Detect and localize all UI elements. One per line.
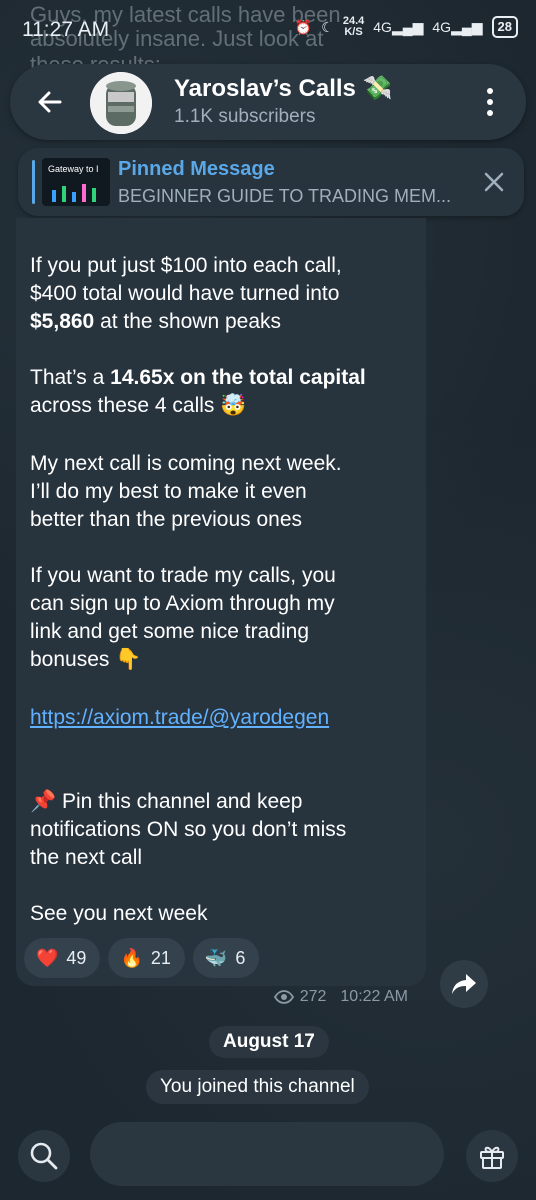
chart-thumbnail-icon (52, 184, 96, 202)
arrow-left-icon (38, 91, 62, 113)
search-icon (30, 1142, 58, 1170)
message-bubble[interactable]: If you put just $100 into each call, $40… (16, 218, 426, 1005)
heart-icon: ❤️ (36, 947, 59, 968)
message-paragraph: See you next week (30, 902, 208, 925)
reactions-row: ❤️ 49 🔥 21 🐳 6 (24, 938, 260, 978)
status-time: 11:27 AM (22, 18, 110, 41)
gift-button[interactable] (466, 1130, 518, 1182)
message-paragraph: 📌 Pin this channel and keep notification… (30, 790, 347, 869)
share-arrow-icon (452, 974, 476, 994)
pinned-message-bar[interactable]: Gateway to I Pinned Message BEGINNER GUI… (18, 148, 524, 216)
dot-icon (487, 110, 493, 116)
reaction-heart[interactable]: ❤️ 49 (24, 938, 101, 978)
more-menu-button[interactable] (466, 78, 514, 126)
netspeed-indicator: 24.4 K/S (342, 15, 365, 38)
bottom-bar (0, 1118, 536, 1200)
back-button[interactable] (26, 78, 74, 126)
message-paragraph: If you put just $100 into each call, $40… (30, 254, 342, 333)
message-meta: 272 10:22 AM (273, 988, 408, 1006)
share-button[interactable] (440, 960, 488, 1008)
view-count: 272 (299, 988, 327, 1005)
alarm-icon: ⏰ (294, 18, 313, 35)
message-paragraph: That’s a 14.65x on the total capital acr… (30, 366, 366, 417)
pinned-text: BEGINNER GUIDE TO TRADING MEM... (118, 186, 452, 206)
pinned-indicator (32, 160, 35, 204)
message-paragraph: If you want to trade my calls, you can s… (30, 564, 336, 671)
close-pinned-button[interactable] (480, 168, 508, 196)
signal-icon: 4G▂▄▆ (373, 18, 424, 35)
reaction-fire[interactable]: 🔥 21 (108, 938, 185, 978)
message-paragraph: My next call is coming next week. I’ll d… (30, 452, 342, 531)
status-icons: ⏰ ☾ 24.4 K/S 4G▂▄▆ 4G▂▄▆ 28 (295, 16, 518, 38)
money-roll-icon (90, 72, 152, 134)
whale-icon: 🐳 (204, 947, 228, 968)
message-time: 10:22 AM (340, 988, 408, 1005)
axiom-link[interactable]: https://axiom.trade/@yarodegen (30, 706, 329, 729)
pinned-thumbnail: Gateway to I (42, 158, 110, 206)
reaction-count: 49 (66, 947, 87, 968)
fire-icon: 🔥 (120, 947, 143, 968)
close-icon (484, 172, 504, 192)
channel-title: Yaroslav’s Calls 💸 (174, 75, 393, 102)
pinned-title: Pinned Message (118, 158, 275, 180)
reaction-count: 6 (235, 947, 246, 968)
battery-indicator: 28 (491, 16, 518, 38)
gift-icon (480, 1146, 504, 1169)
reaction-count: 21 (150, 947, 171, 968)
subscriber-count: 1.1K subscribers (174, 106, 316, 127)
search-button[interactable] (18, 1130, 70, 1182)
status-bar: 11:27 AM ⏰ ☾ 24.4 K/S 4G▂▄▆ 4G▂▄▆ 28 (0, 0, 536, 60)
moon-icon: ☾ (321, 18, 334, 35)
channel-avatar[interactable] (90, 72, 152, 134)
dot-icon (487, 88, 493, 94)
message-link-line: https://axiom.trade/@yarodegen (30, 704, 420, 732)
signal-icon: 4G▂▄▆ (432, 18, 483, 35)
reaction-whale[interactable]: 🐳 6 (192, 938, 260, 978)
joined-notice: You joined this channel (146, 1070, 369, 1104)
dot-icon (487, 99, 493, 105)
eye-icon (273, 990, 294, 1004)
date-separator: August 17 (209, 1026, 329, 1058)
message-input-area[interactable] (90, 1122, 444, 1186)
channel-header[interactable]: Yaroslav’s Calls 💸 1.1K subscribers (10, 64, 526, 140)
